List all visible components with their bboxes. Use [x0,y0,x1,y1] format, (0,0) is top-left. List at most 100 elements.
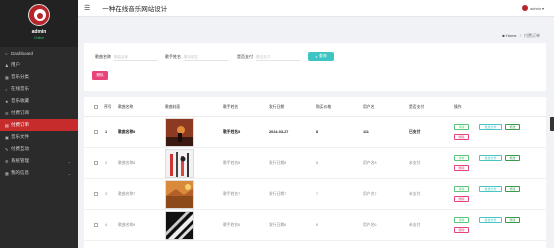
batch-delete-button[interactable]: 删除 [92,71,108,80]
user-avatar-icon [522,5,529,11]
cell-price: 8 [316,130,319,134]
home-icon: ■ [502,33,505,38]
edit-button[interactable]: 修改 [505,217,520,223]
sidebar-item-2[interactable]: ▦ 音乐分类 [0,71,78,83]
sidebar-item-5[interactable]: ☰ 付费订阅 [0,107,78,119]
chevron-down-icon: ⌄ [67,170,71,176]
cell-date: 发行日期7 [269,192,287,196]
chevron-down-icon: ⌄ [67,158,71,164]
send-file-button[interactable]: 发送文件 [479,155,502,161]
home-icon: ⌂ [5,50,8,56]
sidebar-item-label: 付费订阅 [11,110,29,115]
song-cover-image [165,118,194,147]
paid-status-input[interactable] [256,53,300,61]
singer-name-input[interactable] [184,53,228,61]
table-row: 1 歌曲名称8 歌手姓名8 2024-03-27 8 111 已支付 详情 发送文件 修改 删除 [84,117,546,148]
sidebar-item-label: 付费订单 [11,122,29,127]
cell-singer: 歌手姓名7 [223,192,241,196]
cell-index: 4 [105,223,108,227]
search-panel: 歌曲名称 歌手姓名 是否支付 ⌕ 查询 删除 [84,43,546,91]
detail-button[interactable]: 详情 [454,124,469,130]
sidebar-item-6[interactable]: ▤ 付费订单 [0,119,78,131]
sidebar-item-4[interactable]: ★ 音乐收藏 [0,95,78,107]
avatar[interactable] [28,4,50,26]
sidebar-item-8[interactable]: ✎ 付费互动 [0,143,78,155]
song-name-label: 歌曲名称 [95,54,111,59]
sidebar-item-3[interactable]: ♪ 在线音乐 [0,83,78,95]
sidebar-item-label: 付费互动 [11,146,29,151]
cell-song: 歌曲名称8 [118,130,136,134]
sidebar-item-9[interactable]: ⚙ 系统管理 ⌄ [0,155,78,167]
edit-button[interactable]: 修改 [505,124,520,130]
orders-table: 序号 歌曲名称 歌曲封面 歌手姓名 发行日期 购买价格 用户名 是否支付 操作 … [84,97,546,248]
sidebar-menu: ⌂ Dashboard ♟ 用户 ▦ 音乐分类 ♪ 在线音乐 ★ 音乐收藏 ☰ 付费订阅 ▤ 付费订单 ▣ 音… [0,47,78,179]
cell-paid: 已支付 [409,130,421,134]
cell-song: 歌曲名称7 [118,192,136,196]
sidebar-item-0[interactable]: ⌂ Dashboard [0,47,78,59]
scroll-tab[interactable] [550,117,554,131]
col-price: 购买价格 [316,105,332,109]
sidebar-item-10[interactable]: ▩ 我的信息 ⌄ [0,167,78,179]
row-checkbox[interactable] [94,161,98,165]
detail-button[interactable]: 详情 [454,217,469,223]
cell-user: 用户名8 [363,161,377,165]
sidebar-item-1[interactable]: ♟ 用户 [0,59,78,71]
info-icon: ▩ [5,170,9,176]
row-checkbox[interactable] [94,192,98,196]
detail-button[interactable]: 详情 [454,155,469,161]
delete-button[interactable]: 删除 [454,134,469,140]
cell-date: 发行日期6 [269,223,287,227]
col-index: 序号 [104,105,112,109]
chevron-down-icon: ▾ [541,5,544,11]
cell-song: 歌曲名称6 [118,223,136,227]
paid-status-label: 是否支付 [237,54,253,59]
music-icon: ♪ [5,86,7,92]
delete-button[interactable]: 删除 [454,227,469,233]
delete-button[interactable]: 删除 [454,165,469,171]
col-song: 歌曲名称 [118,105,134,109]
row-checkbox[interactable] [94,130,98,134]
sidebar-item-7[interactable]: ▣ 音乐文件 [0,131,78,143]
hamburger-menu-icon[interactable]: ☰ [84,4,90,12]
user-name: admin [530,5,541,11]
breadcrumb: ■ Home / 付费订单 [502,33,540,39]
send-file-button[interactable]: 发送文件 [479,217,502,223]
order-icon: ▤ [5,122,9,128]
edit-button[interactable]: 修改 [505,186,520,192]
song-cover-image [165,149,194,178]
send-file-button[interactable]: 发送文件 [479,124,502,130]
row-checkbox[interactable] [94,223,98,227]
search-field-song: 歌曲名称 [95,53,158,61]
col-actions: 操作 [454,105,462,109]
sidebar-item-label: 音乐分类 [11,74,29,79]
search-button[interactable]: ⌕ 查询 [308,52,334,61]
star-icon: ★ [5,98,9,104]
col-date: 发行日期 [269,105,285,109]
table-row: 4 歌曲名称6 歌手姓名6 发行日期6 6 用户名6 未支付 详情 发送文件 修改 删除 [84,210,546,241]
cell-price: 6 [316,223,319,227]
edit-button[interactable]: 修改 [505,155,520,161]
sidebar-item-label: 音乐文件 [11,134,29,139]
cell-date: 2024-03-27 [269,130,289,134]
singer-name-label: 歌手姓名 [165,54,181,59]
col-user: 用户名 [363,105,375,109]
detail-button[interactable]: 详情 [454,186,469,192]
comment-icon: ✎ [5,146,9,152]
cell-price: 8 [316,161,319,165]
cell-song: 歌曲名称8 [118,161,136,165]
topbar: ☰ 一种在线音乐网站设计 admin ▾ [78,0,554,17]
user-menu[interactable]: admin ▾ [522,5,544,11]
col-singer: 歌手姓名 [223,105,239,109]
cell-paid: 未支付 [409,161,421,165]
delete-button[interactable]: 删除 [454,196,469,202]
sidebar-header: admin Online [0,0,78,47]
send-file-button[interactable]: 发送文件 [479,186,502,192]
song-name-input[interactable] [114,53,158,61]
cell-index: 1 [105,130,108,134]
table-header: 序号 歌曲名称 歌曲封面 歌手姓名 发行日期 购买价格 用户名 是否支付 操作 [84,97,546,117]
table-row: 3 歌曲名称7 歌手姓名7 发行日期7 7 用户名7 未支付 详情 发送文件 修改 删除 [84,179,546,210]
cell-singer: 歌手姓名6 [223,223,241,227]
select-all-checkbox[interactable] [94,105,98,109]
breadcrumb-home[interactable]: Home [506,33,517,38]
search-field-paid: 是否支付 [237,53,300,61]
